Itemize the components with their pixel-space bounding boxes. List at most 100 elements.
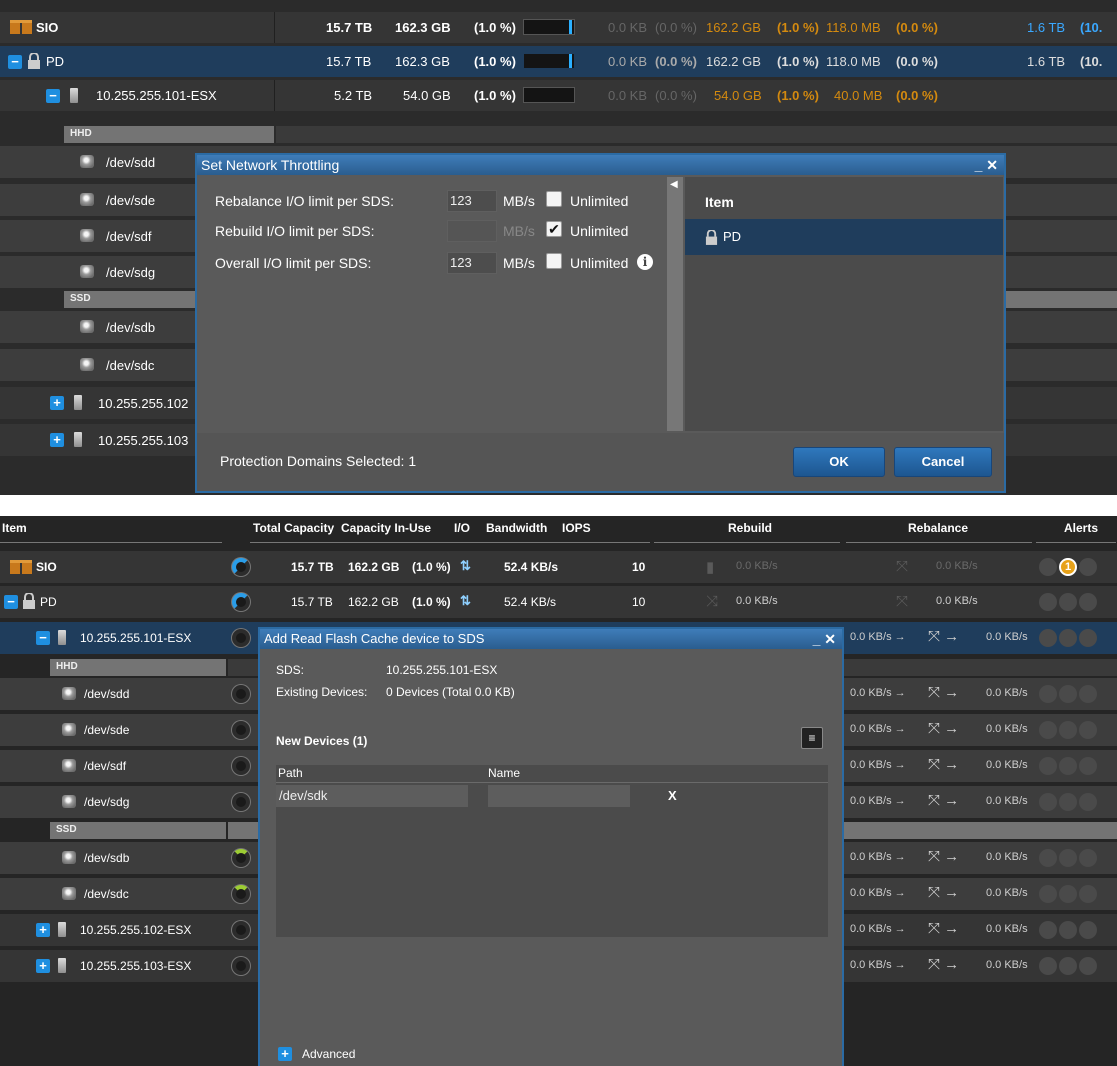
alert-count-badge[interactable]: 1	[1059, 558, 1077, 576]
overall-unit: MB/s	[503, 255, 535, 271]
capacity-percent: (1.0 %)	[474, 54, 516, 69]
collapse-button[interactable]: −	[8, 55, 22, 69]
add-device-icon[interactable]: ≡	[801, 727, 823, 749]
alert-dot	[1039, 593, 1057, 611]
rebuild-rate: 0.0 KB/s →	[850, 851, 906, 863]
new-devices-table: Path Name /dev/sdk X	[276, 765, 828, 937]
device-path-input[interactable]: /dev/sdk	[276, 785, 468, 807]
value-2: 162.2 GB	[706, 54, 761, 69]
rebalance-rate: 0.0 KB/s	[986, 631, 1028, 643]
advanced-label[interactable]: Advanced	[302, 1047, 355, 1061]
alert-dot	[1039, 629, 1057, 647]
capacity-ring-icon	[232, 849, 250, 867]
window-controls-icon[interactable]: _ ✕	[975, 155, 998, 175]
rebuild-rate: 0.0 KB/s →	[850, 723, 906, 735]
new-devices-title: New Devices (1)	[276, 734, 368, 748]
alert-dot	[1059, 957, 1077, 975]
rebuild-limit-input[interactable]	[447, 220, 497, 242]
collapse-button[interactable]: −	[4, 595, 18, 609]
expand-button[interactable]: +	[36, 959, 50, 973]
panel-splitter[interactable]: ◀	[667, 177, 683, 431]
device-name-input[interactable]	[488, 785, 630, 807]
percent-1: (0.0 %)	[655, 20, 697, 35]
rebalance-icon: ⤧ →	[928, 884, 960, 901]
overall-limit-input[interactable]: 123	[447, 252, 497, 274]
device-path: /dev/sdd	[106, 154, 156, 170]
value-3: 118.0 MB	[826, 54, 881, 69]
capacity-ring-icon	[232, 721, 250, 739]
capacity-in-use: 162.2 GB	[348, 595, 399, 609]
lock-icon	[705, 230, 718, 245]
expand-button[interactable]: +	[50, 396, 64, 410]
server-icon	[58, 922, 66, 937]
capacity-ring-icon	[232, 921, 250, 939]
iops: 10	[632, 560, 646, 574]
alert-dot	[1059, 849, 1077, 867]
rebalance-rate: 0.0 KB/s	[986, 759, 1028, 771]
collapse-left-icon[interactable]: ◀	[670, 179, 678, 190]
header-rebuild: Rebuild	[728, 521, 772, 535]
sds-label: SDS:	[276, 663, 305, 677]
rebalance-rate: 0.0 KB/s	[936, 595, 978, 607]
hhd-section: HHD	[0, 126, 1117, 143]
collapse-button[interactable]: −	[46, 89, 60, 103]
info-icon[interactable]: i	[637, 254, 653, 270]
io-arrows-icon: ⇅	[460, 558, 471, 573]
tree-row-pd[interactable]: − PD 15.7 TB 162.2 GB (1.0 %) ⇅ 52.4 KB/…	[0, 586, 1117, 618]
item-list-row[interactable]: PD	[685, 219, 1003, 255]
rebuild-unit: MB/s	[503, 223, 535, 239]
rebalance-icon: ⤧ →	[928, 920, 960, 937]
device-path: /dev/sdc	[106, 357, 155, 373]
alert-dot	[1079, 757, 1097, 775]
alert-dot	[1079, 685, 1097, 703]
tree-row-sio[interactable]: SIO 15.7 TB 162.2 GB (1.0 %) ⇅ 52.4 KB/s…	[0, 551, 1117, 583]
dialog-title-bar[interactable]: Set Network Throttling _ ✕	[197, 155, 1004, 175]
expand-button[interactable]: +	[50, 433, 64, 447]
existing-devices-value: 0 Devices (Total 0.0 KB)	[386, 685, 515, 699]
expand-button[interactable]: +	[36, 923, 50, 937]
sio-icon	[10, 560, 32, 574]
section-label: SSD	[56, 824, 77, 835]
window-controls-icon[interactable]: _ ✕	[813, 629, 836, 649]
advanced-expand-button[interactable]: +	[278, 1047, 292, 1061]
ok-button[interactable]: OK	[793, 447, 885, 477]
cancel-button[interactable]: Cancel	[894, 447, 992, 477]
row-name: 10.255.255.103-ESX	[80, 959, 192, 973]
rebuild-unlimited-checkbox[interactable]: ✔	[546, 221, 562, 237]
disk-icon	[80, 229, 94, 242]
rebalance-limit-input[interactable]: 123	[447, 190, 497, 212]
rebalance-limit-label: Rebalance I/O limit per SDS:	[215, 193, 394, 209]
capacity-bar	[523, 87, 575, 103]
collapse-button[interactable]: −	[36, 631, 50, 645]
disk-icon	[80, 320, 94, 333]
disk-icon	[62, 851, 76, 864]
rebalance-rate: 0.0 KB/s	[986, 887, 1028, 899]
column-path: Path	[278, 766, 303, 780]
remove-device-button[interactable]: X	[668, 788, 677, 803]
total-capacity: 15.7 TB	[326, 20, 373, 35]
tree-row-sio[interactable]: SIO 15.7 TB 162.3 GB (1.0 %) 0.0 KB (0.0…	[0, 12, 1117, 43]
server-icon	[74, 432, 82, 447]
total-capacity: 5.2 TB	[334, 88, 373, 103]
header-bandwidth: Bandwidth	[486, 521, 548, 535]
rebalance-icon: ⤧ →	[928, 720, 960, 737]
section-label: SSD	[70, 293, 91, 304]
tree-row-pd[interactable]: − PD 15.7 TB 162.3 GB (1.0 %) 0.0 KB (0.…	[0, 46, 1117, 77]
rebalance-unit: MB/s	[503, 193, 535, 209]
rebalance-icon: ⤧ →	[928, 684, 960, 701]
rebalance-unlimited-checkbox[interactable]	[546, 191, 562, 207]
rebuild-icon: ▮	[706, 559, 715, 576]
tree-row-sds[interactable]: − 10.255.255.101-ESX 5.2 TB 54.0 GB (1.0…	[0, 80, 1117, 111]
alert-dot	[1039, 721, 1057, 739]
rebalance-icon: ⤧ →	[928, 792, 960, 809]
overall-unlimited-checkbox[interactable]	[546, 253, 562, 269]
row-name: 10.255.255.101-ESX	[96, 88, 217, 103]
alert-dot	[1039, 957, 1057, 975]
alert-dot	[1059, 721, 1077, 739]
rebuild-rate: 0.0 KB/s	[736, 560, 778, 572]
value-1: 0.0 KB	[608, 20, 648, 35]
rebalance-icon: ⤧ →	[928, 848, 960, 865]
rebalance-rate: 0.0 KB/s	[986, 723, 1028, 735]
capacity-in-use: 162.2 GB	[348, 560, 400, 574]
dialog-title-bar[interactable]: Add Read Flash Cache device to SDS _ ✕	[260, 629, 842, 649]
